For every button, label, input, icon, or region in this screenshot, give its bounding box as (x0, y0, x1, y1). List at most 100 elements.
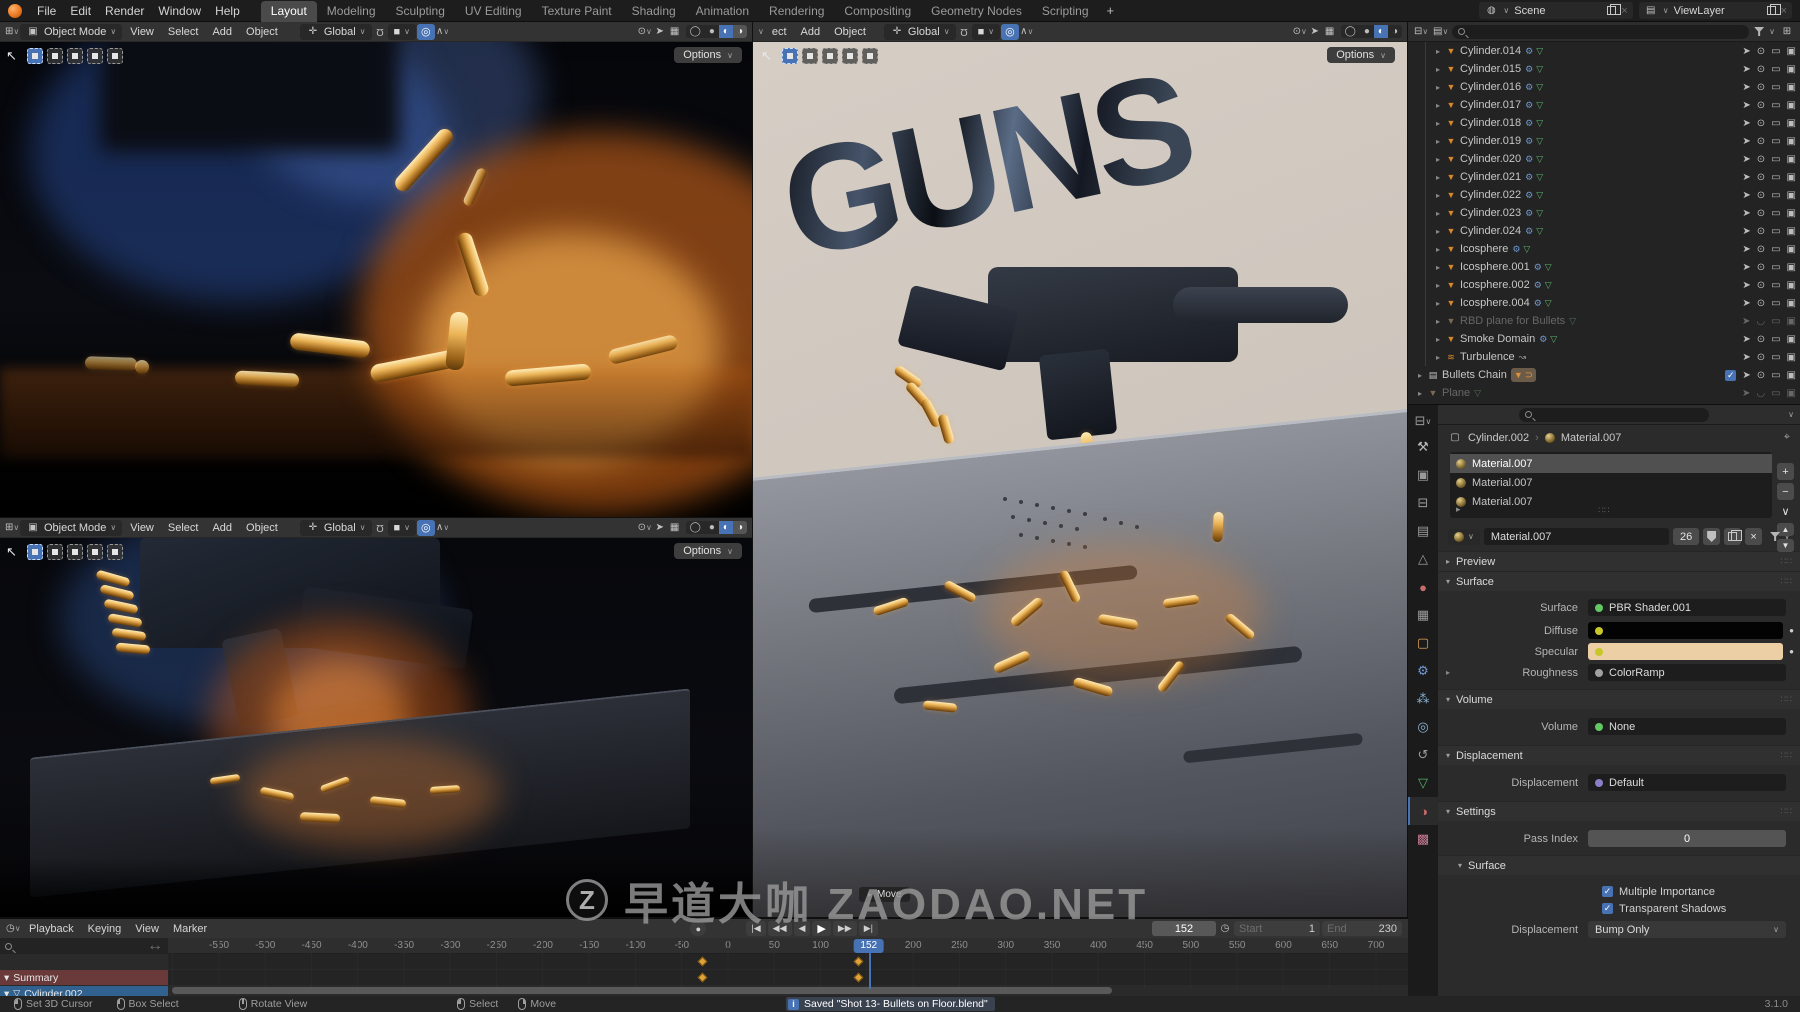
eye-icon[interactable]: ⊙ (1757, 262, 1765, 273)
tab-tool-icon[interactable]: ⚒ (1408, 433, 1438, 461)
xray-toggle-icon[interactable]: ▦ (1323, 26, 1337, 37)
screen-visibility-icon[interactable]: ▭ (1771, 82, 1780, 93)
outliner-item-cylinder-022[interactable]: ▸▼Cylinder.022⚙▽➤⊙▭▣ (1408, 186, 1800, 204)
volume-field[interactable]: None (1588, 718, 1786, 735)
tab-world-icon[interactable]: ● (1408, 573, 1438, 601)
select-arrow-icon[interactable]: ➤ (1742, 262, 1750, 273)
viewlayer-selector[interactable]: ▤ ∨ ViewLayer × (1639, 2, 1792, 19)
instance-badge[interactable]: ▼⊃ (1511, 368, 1536, 382)
render-view-guns-preview[interactable]: GUNS (753, 42, 1408, 918)
modifier-wrench-icon[interactable]: ⚙ (1525, 190, 1533, 201)
modifier-wrench-icon[interactable]: ⚙ (1525, 100, 1533, 111)
outliner-item-icosphere[interactable]: ▸▼Icosphere⚙▽➤⊙▭▣ (1408, 240, 1800, 258)
mesh-data-icon[interactable]: ▽ (1536, 208, 1543, 219)
mesh-data-icon[interactable]: ▽ (1545, 262, 1552, 273)
select-mode-set-icon[interactable] (27, 48, 43, 64)
shading-wireframe-icon[interactable]: ◯ (1341, 25, 1360, 38)
outliner-item-cylinder-019[interactable]: ▸▼Cylinder.019⚙▽➤⊙▭▣ (1408, 132, 1800, 150)
multiple-importance-checkbox[interactable]: ✓ (1602, 886, 1613, 897)
active-tool-icon[interactable]: ↖ (6, 544, 17, 560)
animate-dot-icon[interactable]: ● (1789, 647, 1794, 656)
viewport-menu-add[interactable]: Add (205, 522, 239, 534)
material-slot[interactable]: Material.007 (1450, 454, 1772, 473)
eye-icon[interactable]: ⊙ (1757, 46, 1765, 57)
expand-icon[interactable]: ▸ (1432, 191, 1444, 200)
camera-visibility-icon[interactable]: ▣ (1787, 172, 1796, 183)
viewport-top-left[interactable]: ⊞∨ ▣ Object Mode ∨ ViewSelectAddObject ✛… (0, 22, 753, 518)
close-icon[interactable]: × (1781, 5, 1787, 17)
roughness-field[interactable]: ColorRamp (1588, 664, 1786, 681)
eye-icon[interactable]: ⊙ (1757, 334, 1765, 345)
transparent-shadows-checkbox[interactable]: ✓ (1602, 903, 1613, 914)
expand-icon[interactable]: ▸ (1414, 371, 1426, 380)
expand-icon[interactable]: ▸ (1432, 227, 1444, 236)
eye-icon[interactable]: ⊙ (1757, 208, 1765, 219)
channel-summary[interactable]: ▾Summary (0, 970, 168, 985)
modifier-wrench-icon[interactable]: ⚙ (1525, 82, 1533, 93)
snap-magnet-icon[interactable]: Ω (957, 26, 971, 37)
mesh-data-icon[interactable]: ▽ (1536, 154, 1543, 165)
select-mode-subtract-icon[interactable] (67, 48, 83, 64)
camera-visibility-icon[interactable]: ▣ (1787, 352, 1796, 363)
eye-icon[interactable]: ⊙ (1757, 136, 1765, 147)
animate-dot-icon[interactable]: ● (1789, 626, 1794, 635)
tab-material-icon[interactable]: ◑ (1408, 797, 1438, 825)
camera-visibility-icon[interactable]: ▣ (1787, 316, 1796, 327)
timeline-menu-keying[interactable]: Keying (81, 923, 129, 935)
mesh-data-icon[interactable]: ▽ (1550, 334, 1557, 345)
current-frame-badge[interactable]: 152 (853, 939, 884, 953)
render-view-bullets-macro[interactable] (0, 42, 753, 518)
move-slot-down-icon[interactable]: ▼ (1777, 539, 1794, 552)
channel-search-input[interactable]: ↔ (0, 938, 168, 954)
select-arrow-icon[interactable]: ➤ (1742, 226, 1750, 237)
screen-visibility-icon[interactable]: ▭ (1771, 316, 1780, 327)
modifier-wrench-icon[interactable]: ⚙ (1525, 226, 1533, 237)
pin-icon[interactable]: ⌖ (1784, 431, 1790, 444)
screen-visibility-icon[interactable]: ▭ (1771, 334, 1780, 345)
filter-icon[interactable] (1754, 27, 1764, 36)
outliner-item-cylinder-021[interactable]: ▸▼Cylinder.021⚙▽➤⊙▭▣ (1408, 168, 1800, 186)
orientation-dropdown[interactable]: ✛ Global ∨ (300, 24, 372, 40)
shading-solid-icon[interactable]: ● (1360, 25, 1374, 38)
expand-icon[interactable]: ▸ (1414, 389, 1426, 398)
outliner-item-plane[interactable]: ▸▼Plane▽➤◡▭▣ (1408, 384, 1800, 402)
eye-icon[interactable]: ⊙ (1757, 64, 1765, 75)
overlays-dropdown[interactable]: ⊙∨ (1293, 26, 1307, 37)
eye-icon[interactable]: ⊙ (1757, 352, 1765, 363)
grip-icon[interactable]: ∷∷ (1781, 556, 1792, 567)
move-slot-up-icon[interactable]: ▲ (1777, 523, 1794, 536)
overlays-dropdown[interactable]: ⊙∨ (638, 26, 652, 37)
outliner-item-rbd-plane-for-bullets[interactable]: ▸▼RBD plane for Bullets▽➤◡▭▣ (1408, 312, 1800, 330)
tab-view-layer-icon[interactable]: ▤ (1408, 517, 1438, 545)
mode-dropdown[interactable]: ▣ Object Mode ∨ (20, 520, 122, 536)
channel-track[interactable] (168, 954, 1408, 969)
modifier-wrench-icon[interactable]: ⚙ (1525, 64, 1533, 75)
camera-visibility-icon[interactable]: ▣ (1787, 370, 1796, 381)
select-mode-intersect-icon[interactable] (107, 48, 123, 64)
gizmos-toggle-icon[interactable]: ➤ (653, 26, 667, 37)
select-arrow-icon[interactable]: ➤ (1742, 208, 1750, 219)
keyframe-diamond[interactable] (698, 957, 708, 967)
expand-icon[interactable]: ▸ (1432, 137, 1444, 146)
viewport-center[interactable]: ∨ ectAddObject ✛ Global ∨ Ω ■∨ ◎ ∧∨ ⊙∨ ➤… (753, 22, 1408, 918)
expand-icon[interactable]: ▸ (1432, 299, 1444, 308)
outliner-item-turbulence[interactable]: ▸≋Turbulence↝➤⊙▭▣ (1408, 348, 1800, 366)
saved-report[interactable]: i Saved "Shot 13- Bullets on Floor.blend… (786, 997, 995, 1011)
mesh-data-icon[interactable]: ▽ (1536, 226, 1543, 237)
expand-width-icon[interactable]: ↔ (147, 937, 163, 955)
pass-index-field[interactable]: 0 (1588, 830, 1786, 847)
select-arrow-icon[interactable]: ➤ (1742, 280, 1750, 291)
xray-toggle-icon[interactable]: ▦ (668, 26, 682, 37)
modifier-wrench-icon[interactable]: ⚙ (1512, 244, 1520, 255)
displacement-field[interactable]: Default (1588, 774, 1786, 791)
camera-visibility-icon[interactable]: ▣ (1787, 82, 1796, 93)
display-mode-icon[interactable]: ▤∨ (1433, 26, 1447, 37)
workspace-tab-geometry-nodes[interactable]: Geometry Nodes (921, 1, 1032, 22)
viewport-menu-add[interactable]: Add (205, 26, 239, 38)
viewport-menu-view[interactable]: View (123, 26, 161, 38)
workspace-tab-uv-editing[interactable]: UV Editing (455, 1, 532, 22)
browse-material-icon[interactable]: ∨ (1448, 529, 1480, 545)
expand-icon[interactable]: ▸ (1432, 101, 1444, 110)
expand-icon[interactable]: ▸ (1432, 317, 1444, 326)
specular-color-swatch[interactable] (1588, 643, 1783, 660)
